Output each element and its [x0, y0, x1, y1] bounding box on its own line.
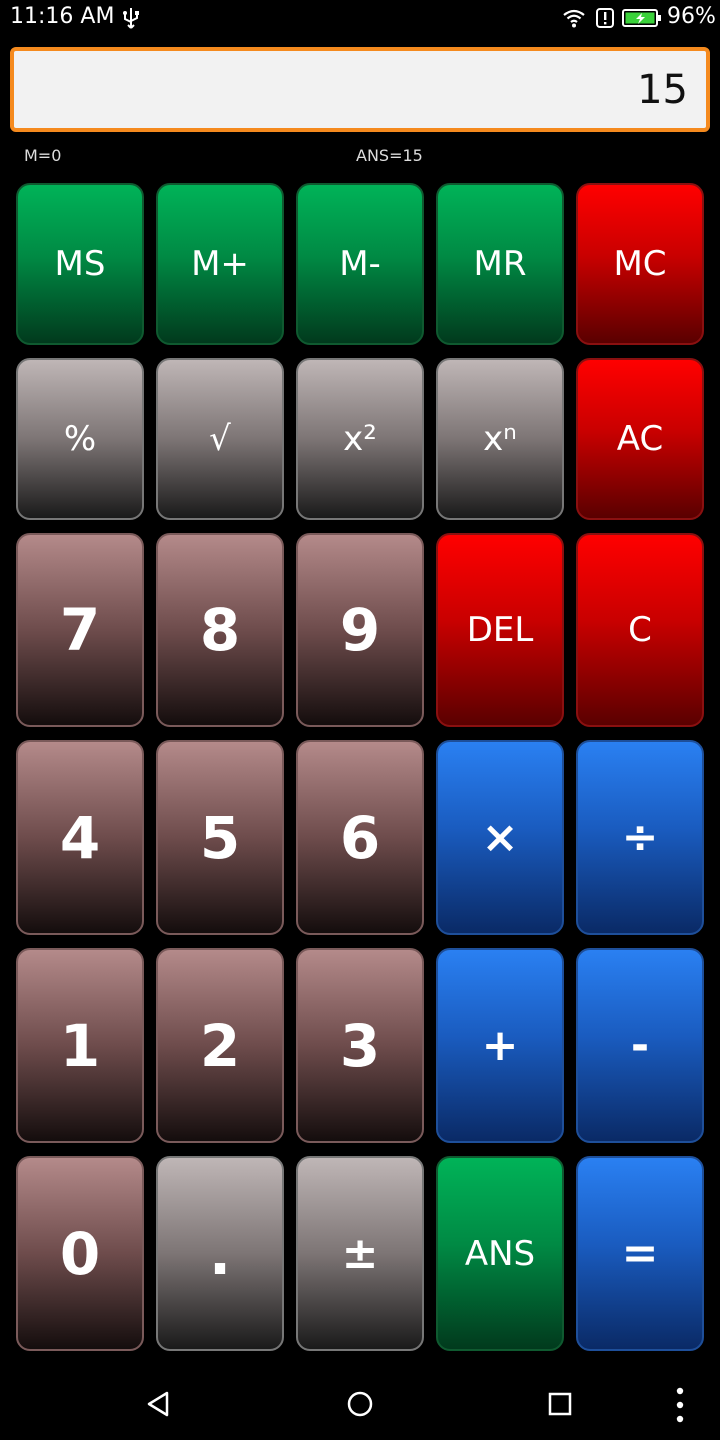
key-label: MC: [613, 244, 667, 284]
key-label: DEL: [466, 610, 534, 650]
home-icon[interactable]: [347, 1391, 373, 1417]
key-label: M-: [339, 244, 381, 284]
power-button[interactable]: xⁿ: [436, 358, 564, 520]
multiply-button[interactable]: ×: [436, 740, 564, 935]
key-label: M+: [191, 244, 249, 284]
digit-8-button[interactable]: 8: [156, 533, 284, 727]
percent-button[interactable]: %: [16, 358, 144, 520]
key-label: x²: [343, 419, 377, 459]
memory-add-button[interactable]: M+: [156, 183, 284, 345]
key-label: -: [630, 1020, 650, 1071]
plus-minus-button[interactable]: ±: [296, 1156, 424, 1351]
key-label: 4: [59, 803, 101, 872]
key-label: 7: [59, 596, 101, 664]
digit-6-button[interactable]: 6: [296, 740, 424, 935]
key-label: ±: [341, 1228, 379, 1279]
ans-button[interactable]: ANS: [436, 1156, 564, 1351]
key-label: xⁿ: [483, 419, 517, 459]
digit-4-button[interactable]: 4: [16, 740, 144, 935]
key-label: .: [208, 1219, 232, 1288]
digit-0-button[interactable]: 0: [16, 1156, 144, 1351]
key-label: 5: [199, 803, 241, 872]
key-label: 6: [339, 803, 381, 872]
delete-button[interactable]: DEL: [436, 533, 564, 727]
key-label: 3: [339, 1011, 381, 1080]
key-label: 8: [199, 596, 241, 664]
equals-button[interactable]: =: [576, 1156, 704, 1351]
key-label: AC: [616, 419, 664, 459]
back-icon[interactable]: [145, 1390, 171, 1418]
keypad: MS M+ M- MR MC % √ x² xⁿ AC 7 8 9 DEL C …: [0, 0, 720, 1440]
digit-5-button[interactable]: 5: [156, 740, 284, 935]
divide-button[interactable]: ÷: [576, 740, 704, 935]
memory-store-button[interactable]: MS: [16, 183, 144, 345]
recent-apps-icon[interactable]: [548, 1392, 572, 1416]
memory-clear-button[interactable]: MC: [576, 183, 704, 345]
key-label: 9: [339, 596, 381, 664]
digit-1-button[interactable]: 1: [16, 948, 144, 1143]
digit-3-button[interactable]: 3: [296, 948, 424, 1143]
all-clear-button[interactable]: AC: [576, 358, 704, 520]
square-root-button[interactable]: √: [156, 358, 284, 520]
digit-2-button[interactable]: 2: [156, 948, 284, 1143]
memory-subtract-button[interactable]: M-: [296, 183, 424, 345]
key-label: ×: [481, 812, 519, 863]
key-label: √: [209, 419, 231, 459]
key-label: ANS: [464, 1233, 536, 1274]
key-label: 2: [199, 1011, 241, 1080]
key-label: 1: [59, 1011, 101, 1080]
digit-7-button[interactable]: 7: [16, 533, 144, 727]
key-label: MS: [54, 244, 106, 284]
plus-button[interactable]: +: [436, 948, 564, 1143]
key-label: =: [621, 1228, 659, 1279]
minus-button[interactable]: -: [576, 948, 704, 1143]
clear-button[interactable]: C: [576, 533, 704, 727]
digit-9-button[interactable]: 9: [296, 533, 424, 727]
navigation-bar: [0, 1370, 720, 1440]
square-button[interactable]: x²: [296, 358, 424, 520]
more-options-icon[interactable]: [670, 1386, 690, 1424]
decimal-point-button[interactable]: .: [156, 1156, 284, 1351]
key-label: C: [628, 610, 652, 650]
memory-recall-button[interactable]: MR: [436, 183, 564, 345]
key-label: +: [481, 1020, 519, 1071]
key-label: ÷: [621, 812, 659, 863]
key-label: 0: [59, 1219, 101, 1288]
key-label: %: [63, 419, 97, 459]
key-label: MR: [473, 244, 527, 284]
